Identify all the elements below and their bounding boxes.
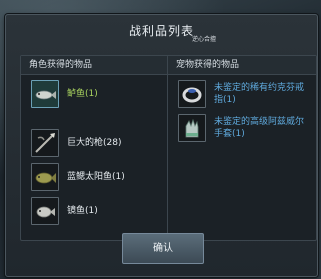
- loot-item-name: 巨大的枪(28): [67, 138, 122, 148]
- ring-icon: [178, 80, 206, 108]
- loot-item[interactable]: 巨大的枪(28): [31, 129, 165, 157]
- loot-item[interactable]: 鲈鱼(1): [31, 80, 165, 108]
- loot-item[interactable]: 蓝鳃太阳鱼(1): [31, 163, 165, 191]
- loot-item[interactable]: 未鉴定的稀有约克芬戒指(1): [178, 80, 312, 108]
- pet-loot-panel: 宠物获得的物品 未鉴定的稀有约克芬戒指(1) 未鉴定的高级阿兹威尔手套(1): [167, 55, 317, 241]
- silver-fish-icon: [31, 197, 59, 225]
- loot-item-name: 鲈鱼(1): [67, 89, 98, 99]
- loot-item[interactable]: 未鉴定的高级阿兹威尔手套(1): [178, 114, 312, 142]
- loot-item-name: 镜鱼(1): [67, 206, 98, 216]
- bluegill-icon: [31, 163, 59, 191]
- window-title: 战利品列表: [128, 24, 194, 38]
- pet-loot-header: 宠物获得的物品: [168, 56, 316, 75]
- loot-item-name: 蓝鳃太阳鱼(1): [67, 172, 125, 182]
- character-loot-panel: 角色获得的物品 鲈鱼(1) 巨大的枪(28) 蓝鳃太阳鱼(1) 镜鱼(1): [20, 55, 170, 241]
- title-tag: 逆心合擅: [192, 36, 217, 43]
- confirm-button[interactable]: 确认: [122, 233, 204, 264]
- loot-list-window: 战利品列表 逆心合擅 角色获得的物品 鲈鱼(1) 巨大的枪(28) 蓝鳃太阳鱼(…: [5, 14, 318, 277]
- loot-item-name: 未鉴定的高级阿兹威尔手套(1): [214, 117, 305, 139]
- loot-item[interactable]: 镜鱼(1): [31, 197, 165, 225]
- loot-item-name: 未鉴定的稀有约克芬戒指(1): [214, 83, 305, 105]
- spear-icon: [31, 129, 59, 157]
- gauntlet-icon: [178, 114, 206, 142]
- fish-icon: [31, 80, 59, 108]
- character-loot-header: 角色获得的物品: [21, 56, 169, 75]
